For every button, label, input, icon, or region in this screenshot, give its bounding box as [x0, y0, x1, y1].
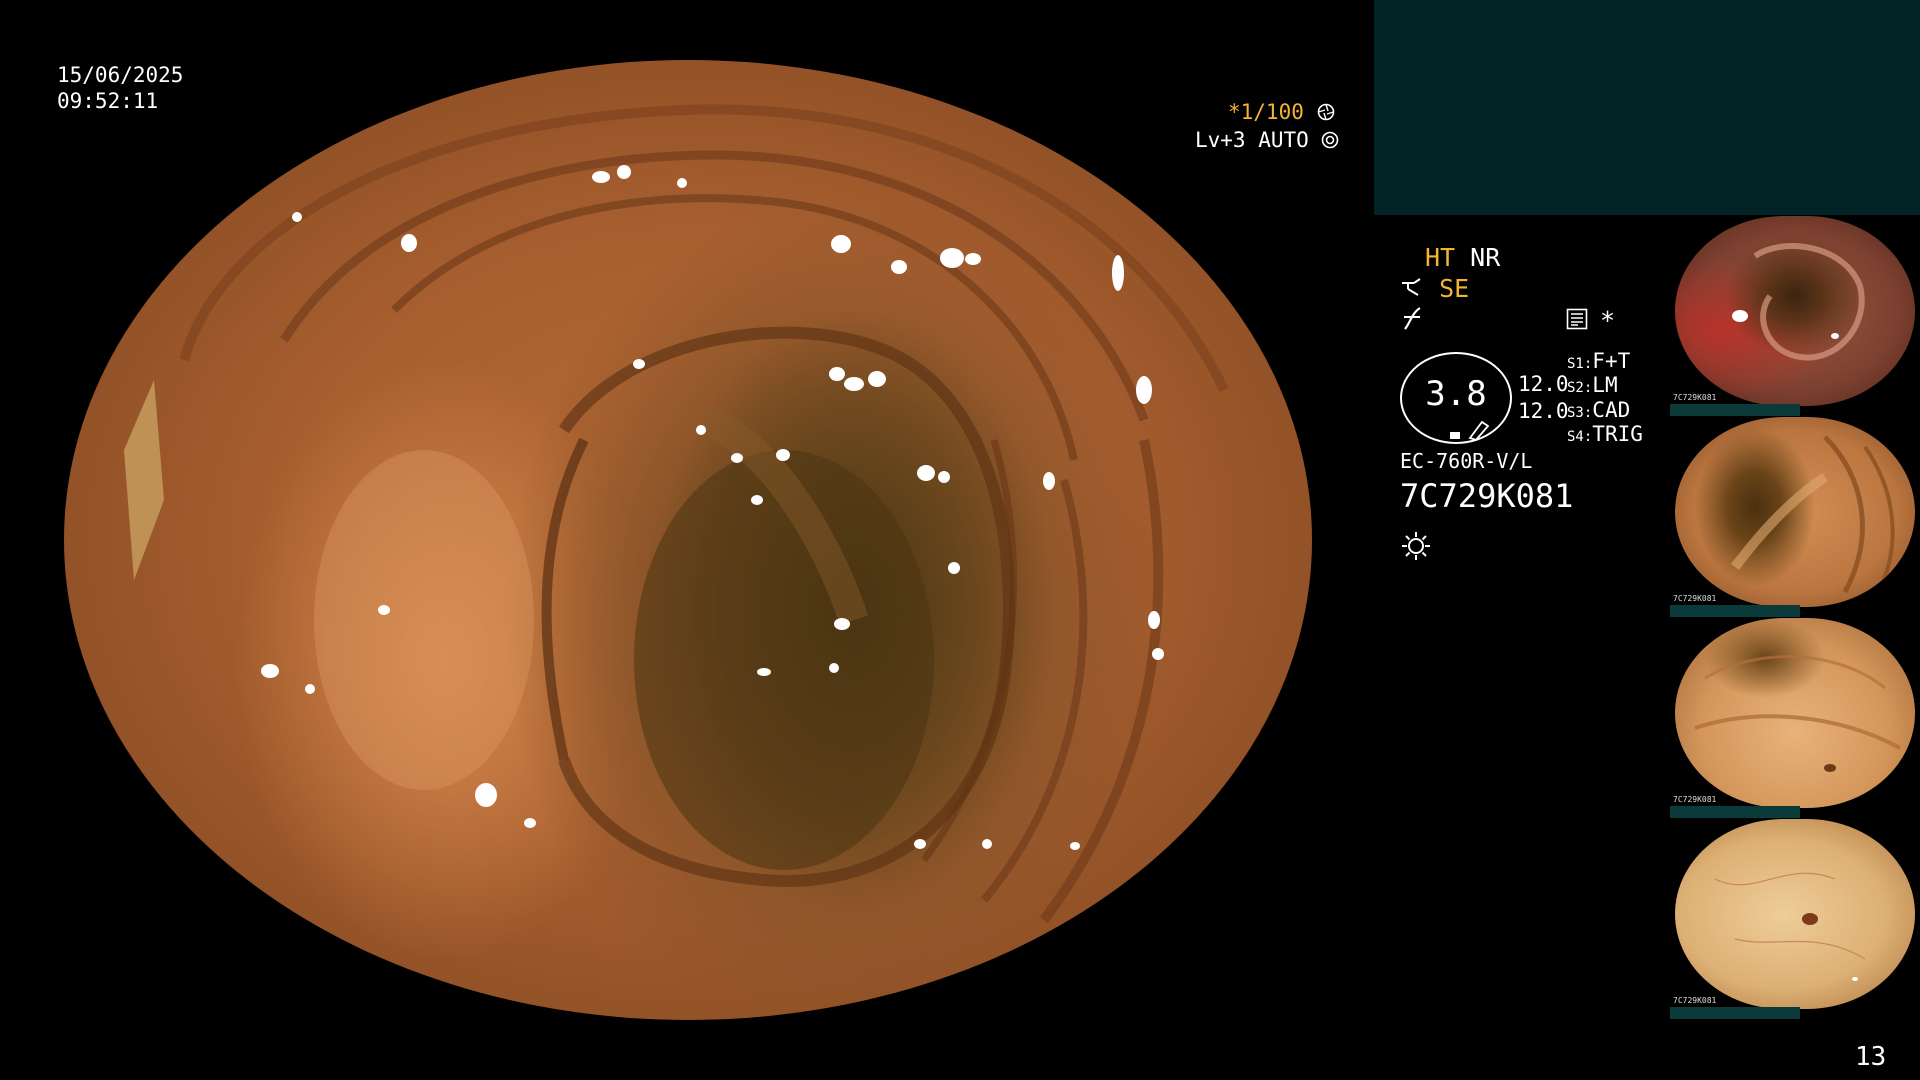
value-bottom: 12.0 [1518, 399, 1569, 423]
thumbnail-2-image [1731, 435, 1895, 599]
thumbnail-4-image [1714, 872, 1866, 981]
endoscope-main-view [64, 60, 1312, 1020]
page-number: 13 [1855, 1042, 1887, 1072]
thumbnail-3-bar [1670, 806, 1800, 818]
aperture-icon [1317, 103, 1334, 121]
mode-line-ht: HT NR [1425, 243, 1500, 272]
star-indicator: * [1600, 306, 1616, 335]
thumbnail-3-image [1694, 655, 1901, 772]
capture-date: 15/06/2025 [57, 63, 184, 87]
target-icon [1322, 131, 1339, 149]
pencil-icon [1466, 418, 1492, 446]
thumbnail-2-bar [1670, 605, 1800, 617]
structure-enhance-icon [1402, 278, 1421, 296]
thumbnail-1-label: 7C729K081 [1673, 393, 1717, 402]
colon-lumen-illustration [124, 61, 1229, 923]
switch-s2: S2:LM [1567, 373, 1618, 397]
nr-indicator: NR [1470, 243, 1501, 272]
magnification-value: 3.8 [1425, 374, 1487, 414]
thumbnail-4-label: 7C729K081 [1673, 996, 1717, 1005]
scope-serial: 7C729K081 [1400, 477, 1574, 515]
zoom-ratio-value: *1/100 [1228, 100, 1304, 124]
info-panel-blank [1374, 0, 1920, 215]
mode-line-se: SE [1400, 274, 1469, 303]
thumbnail-1-image [1732, 243, 1865, 361]
light-level: Lv+3 AUTO [1195, 127, 1339, 153]
switch-s1: S1:F+T [1567, 349, 1631, 373]
ht-indicator: HT [1425, 243, 1456, 272]
gauge-marker [1450, 432, 1460, 439]
thumbnail-1-bar [1670, 404, 1800, 416]
thumbnail-2-label: 7C729K081 [1673, 594, 1717, 603]
se-indicator: SE [1439, 274, 1470, 303]
thumbnail-2[interactable] [1675, 417, 1915, 607]
keyboard-icon [1566, 308, 1588, 334]
zoom-ratio: *1/100 [1228, 99, 1335, 125]
switch-s3: S3:CAD [1567, 398, 1631, 422]
switch-s4: S4:TRIG [1567, 422, 1643, 446]
scope-model: EC-760R-V/L [1400, 449, 1533, 473]
gamma-icon [1402, 305, 1424, 335]
capture-time: 09:52:11 [57, 89, 159, 113]
thumbnail-1[interactable] [1675, 216, 1915, 406]
light-level-value: Lv+3 AUTO [1195, 128, 1309, 152]
thumbnail-3[interactable] [1675, 618, 1915, 808]
thumbnail-4-bar [1670, 1007, 1800, 1019]
value-top: 12.0 [1518, 372, 1569, 396]
thumbnail-3-label: 7C729K081 [1673, 795, 1717, 804]
brightness-icon [1400, 530, 1432, 566]
thumbnail-4[interactable] [1675, 819, 1915, 1009]
